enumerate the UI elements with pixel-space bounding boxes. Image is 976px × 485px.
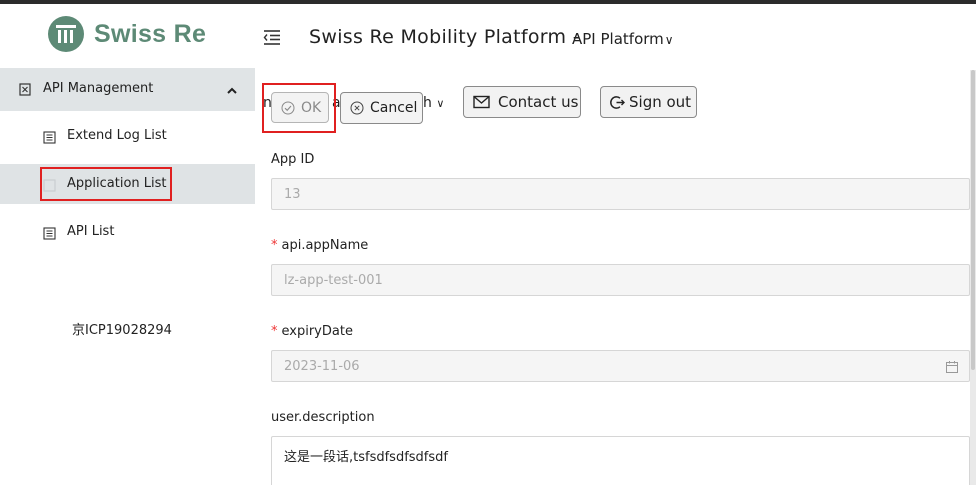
contact-us-label: Contact us	[498, 93, 579, 111]
sign-out-label: Sign out	[629, 93, 692, 111]
calendar-icon[interactable]	[945, 359, 959, 373]
mail-icon	[473, 95, 490, 109]
sidebar-item-extend-log-list[interactable]: Extend Log List	[0, 116, 255, 156]
app-id-label: App ID	[271, 152, 315, 167]
sidebar-group-api-management[interactable]: API Management	[0, 68, 255, 111]
chevron-up-icon[interactable]	[226, 82, 238, 94]
header: Swiss Re Swiss Re Mobility Platform - AP…	[0, 4, 976, 68]
chevron-down-icon: ∨	[436, 97, 445, 110]
expiry-date-input[interactable]	[271, 350, 970, 382]
logo-mark-icon	[48, 16, 84, 52]
api-management-icon	[19, 81, 31, 96]
app-name-label: * api.appName	[271, 238, 369, 253]
highlight-box	[262, 83, 336, 133]
cancel-button-label: Cancel	[370, 100, 418, 116]
platform-select-value: API Platform	[572, 30, 664, 48]
expiry-date-label: * expiryDate	[271, 324, 353, 339]
description-label: user.description	[271, 410, 375, 425]
scrollbar-thumb[interactable]	[971, 70, 975, 370]
sidebar-item-label: Extend Log List	[67, 128, 167, 143]
logo-text: Swiss Re	[94, 19, 207, 48]
sign-out-button[interactable]: Sign out	[600, 86, 697, 118]
logout-icon	[610, 95, 625, 110]
sidebar-item-api-list[interactable]: API List	[0, 212, 255, 252]
hamburger-indent-icon[interactable]	[262, 28, 282, 46]
sidebar-group-label: API Management	[43, 81, 154, 96]
contact-us-button[interactable]: Contact us	[463, 86, 581, 118]
description-textarea[interactable]: 这是一段话,tsfsdfsdfsdfsdf	[271, 436, 970, 485]
list-icon	[43, 225, 56, 240]
platform-select[interactable]: API Platform∨	[572, 30, 674, 48]
close-circle-icon	[350, 101, 364, 115]
app-title: Swiss Re Mobility Platform -	[309, 26, 580, 48]
cancel-button[interactable]: Cancel	[340, 92, 423, 124]
sidebar: API Management Extend Log List Applicati…	[0, 68, 255, 485]
app-name-input[interactable]	[271, 264, 970, 296]
main-content: n a h ∨ OK Cancel Contact us Sign out Ap…	[255, 68, 976, 485]
app-id-input[interactable]	[271, 178, 970, 210]
highlight-box	[40, 167, 172, 201]
obscured-text: h ∨	[423, 95, 445, 111]
icp-license[interactable]: 京ICP19028294	[72, 319, 172, 338]
list-icon	[43, 129, 56, 144]
logo[interactable]: Swiss Re	[48, 14, 206, 54]
sidebar-item-label: API List	[67, 224, 115, 239]
chevron-down-icon: ∨	[664, 33, 674, 47]
